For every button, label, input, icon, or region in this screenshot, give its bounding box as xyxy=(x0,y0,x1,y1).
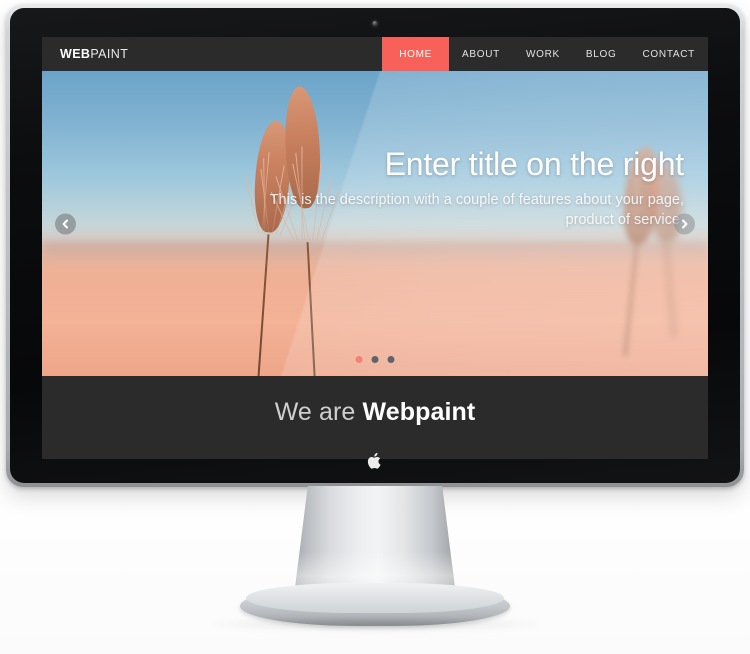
slider-pagination xyxy=(355,356,395,363)
screen-viewport: WEBPAINT HOME ABOUT WORK BLOG CONTACT En… xyxy=(42,37,708,459)
nav-item-contact[interactable]: CONTACT xyxy=(630,37,709,71)
logo-light-part: PAINT xyxy=(90,47,129,61)
main-nav: HOME ABOUT WORK BLOG CONTACT xyxy=(382,37,708,71)
webcam-dot xyxy=(372,21,378,26)
hero-title: Enter title on the right xyxy=(384,146,685,182)
chevron-left-icon xyxy=(62,219,68,228)
nav-item-home[interactable]: HOME xyxy=(382,37,450,71)
about-heading: We are Webpaint xyxy=(42,398,708,427)
slider-prev-button[interactable] xyxy=(55,213,76,234)
about-section: We are Webpaint xyxy=(42,376,708,459)
monitor-frame: WEBPAINT HOME ABOUT WORK BLOG CONTACT En… xyxy=(6,4,744,487)
monitor-stand-base-top xyxy=(246,583,504,613)
slider-dot-1[interactable] xyxy=(355,356,363,363)
nav-item-about[interactable]: ABOUT xyxy=(449,37,513,71)
site-logo[interactable]: WEBPAINT xyxy=(42,47,128,61)
chevron-right-icon xyxy=(682,219,688,228)
apple-logo-icon xyxy=(367,452,381,469)
site-header: WEBPAINT HOME ABOUT WORK BLOG CONTACT xyxy=(42,37,708,71)
scene: WEBPAINT HOME ABOUT WORK BLOG CONTACT En… xyxy=(0,0,750,654)
about-heading-bold: Webpaint xyxy=(362,398,476,426)
slider-dot-3[interactable] xyxy=(387,356,395,363)
logo-bold-part: WEB xyxy=(60,47,91,61)
hero-description: This is the description with a couple of… xyxy=(269,191,684,228)
hero-caption: Enter title on the right This is the des… xyxy=(254,146,685,230)
slider-dot-2[interactable] xyxy=(371,356,379,363)
slider-next-button[interactable] xyxy=(674,213,695,234)
nav-item-work[interactable]: WORK xyxy=(513,37,573,71)
apple-logo xyxy=(367,452,383,475)
nav-item-blog[interactable]: BLOG xyxy=(573,37,630,71)
floor-shadow xyxy=(210,616,540,632)
monitor-bezel: WEBPAINT HOME ABOUT WORK BLOG CONTACT En… xyxy=(10,8,740,483)
hero-slider: Enter title on the right This is the des… xyxy=(42,71,708,376)
about-heading-light: We are xyxy=(274,398,363,426)
